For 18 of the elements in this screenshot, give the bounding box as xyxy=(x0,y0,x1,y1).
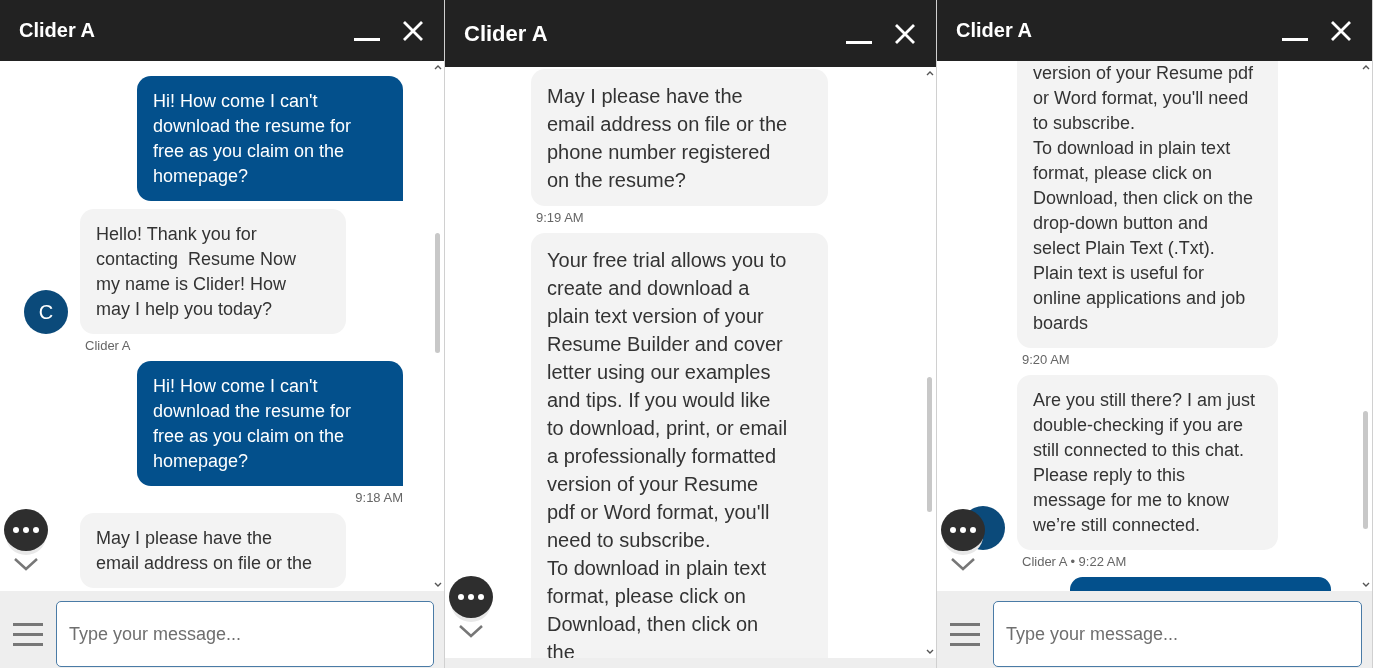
agent-avatar: C xyxy=(24,290,68,334)
message-input[interactable]: Type your message... xyxy=(56,601,434,667)
agent-message: Hello! Thank you for contacting Resume Now my name is Clider! How may I help you today? xyxy=(80,209,346,334)
agent-message: May I please have the email address on file or the phone number registered on the resume? xyxy=(531,69,828,206)
message-meta: 9:19 AM xyxy=(536,210,584,225)
agent-message: May I please have the email address on file or the xyxy=(80,513,346,588)
user-message: Hi! How come I can't download the resume for free as you claim on the homepage? xyxy=(137,76,403,201)
chat-title: Clider A xyxy=(956,19,1033,42)
agent-message: Are you still there? I am just double-checking if you are still connected to this chat. Please reply to this message for me to know we’re still connected. xyxy=(1017,375,1278,550)
chat-title: Clider A xyxy=(19,19,96,42)
message-input[interactable]: Type your message... xyxy=(993,601,1362,667)
message-meta: Clider A • 9:22 AM xyxy=(1022,554,1127,569)
agent-message: version of your Resume pdf or Word format, you'll need to subscribe. To download in plain text format, please click on Download, then click on the drop-down button and select Plain Text (.Txt). Plain text is useful for online applications and job boards xyxy=(1017,61,1278,348)
message-meta: Clider A xyxy=(85,338,131,353)
user-message: Hi! How come I can't download the resume for free as you claim on the homepage? xyxy=(137,361,403,486)
message-time: 9:18 AM xyxy=(355,490,403,505)
chat-title: Clider A xyxy=(464,20,549,47)
message-meta: 9:20 AM xyxy=(1022,352,1070,367)
